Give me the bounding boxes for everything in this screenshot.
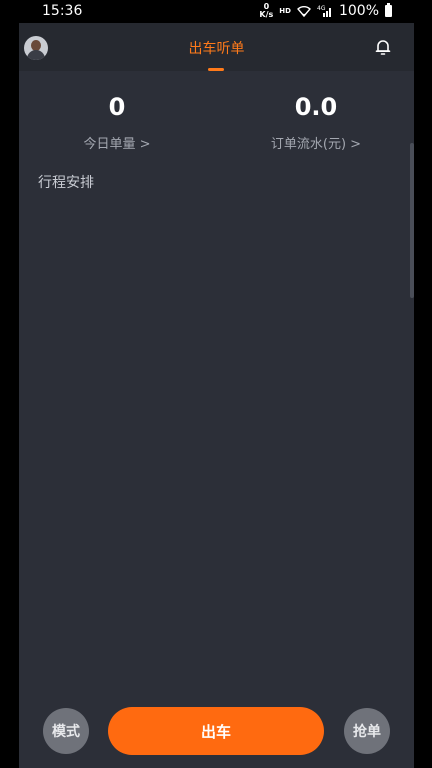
- status-icons: 0 K/s HD 4G 100%: [259, 3, 392, 19]
- svg-text:4G: 4G: [317, 5, 326, 12]
- bell-icon[interactable]: [374, 38, 392, 56]
- schedule-title: 行程安排: [38, 175, 94, 191]
- bottom-bar: 模式 出车 抢单: [19, 706, 414, 756]
- orders-today-stat[interactable]: 0 今日单量 >: [27, 93, 207, 152]
- app-screen: 出车听单 0 今日单量 > 0.0 订单流水(元) > 行程安排 模式 出车 抢…: [19, 23, 414, 768]
- title-underline: [208, 68, 224, 71]
- orders-today-label: 今日单量 >: [83, 137, 151, 152]
- status-bar: 15:36 0 K/s HD 4G 100%: [0, 0, 432, 23]
- page-title: 出车听单: [188, 41, 245, 57]
- depart-button[interactable]: 出车: [108, 707, 324, 755]
- order-revenue-value: 0.0: [294, 93, 338, 121]
- orders-today-value: 0: [108, 93, 126, 121]
- wifi-icon: [296, 5, 311, 17]
- scroll-indicator[interactable]: [410, 143, 414, 298]
- order-revenue-label: 订单流水(元) >: [270, 137, 362, 152]
- network-speed: 0 K/s: [259, 3, 273, 19]
- signal-icon: 4G: [317, 5, 331, 17]
- status-time: 15:36: [42, 3, 83, 19]
- battery-percent: 100%: [338, 3, 379, 19]
- network-speed-unit: K/s: [259, 10, 274, 19]
- order-revenue-stat[interactable]: 0.0 订单流水(元) >: [226, 93, 406, 152]
- battery-icon: [385, 3, 392, 17]
- hd-indicator: HD: [279, 7, 291, 15]
- mode-button[interactable]: 模式: [43, 708, 89, 754]
- grab-order-button[interactable]: 抢单: [344, 708, 390, 754]
- header: 出车听单: [19, 23, 414, 71]
